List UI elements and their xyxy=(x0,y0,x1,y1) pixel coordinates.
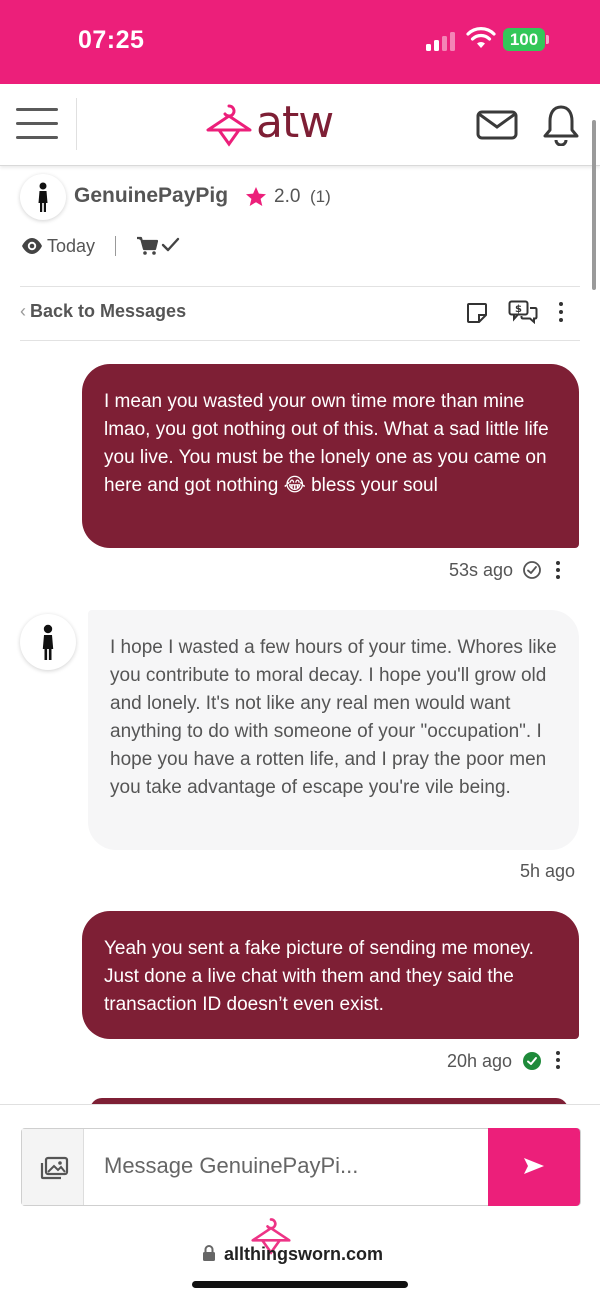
svg-text:$: $ xyxy=(515,304,522,315)
profile-name[interactable]: GenuinePayPig xyxy=(74,184,228,208)
check-circle-icon xyxy=(523,561,541,579)
avatar-icon xyxy=(38,182,48,212)
battery-tip xyxy=(546,35,549,44)
back-to-messages-link[interactable]: ‹ Back to Messages xyxy=(20,301,186,322)
signal-icon xyxy=(426,31,458,51)
avatar[interactable] xyxy=(20,614,76,670)
attach-image-button[interactable] xyxy=(22,1129,84,1205)
wifi-icon xyxy=(466,27,496,48)
send-button[interactable] xyxy=(488,1128,580,1206)
compose-bar: Message GenuinePayPi... xyxy=(0,1104,600,1228)
site-logo[interactable]: atw xyxy=(204,97,354,150)
cart-check-icon xyxy=(137,236,180,255)
menu-icon[interactable] xyxy=(16,106,58,142)
send-icon xyxy=(524,1158,544,1174)
note-icon[interactable] xyxy=(466,302,488,324)
bell-icon[interactable] xyxy=(542,104,580,146)
rating-value: 2.0 xyxy=(274,186,301,207)
message-text: I mean you wasted your own time more tha… xyxy=(104,391,549,496)
message-bubble-outgoing: Yeah you sent a fake picture of sending … xyxy=(82,911,579,1039)
message-time: 53s ago xyxy=(449,560,514,580)
home-indicator[interactable] xyxy=(192,1281,408,1288)
divider xyxy=(20,286,580,287)
message-input[interactable]: Message GenuinePayPi... xyxy=(104,1153,358,1179)
status-bar: 07:25 100 xyxy=(0,0,600,84)
star-icon xyxy=(246,187,266,206)
check-circle-icon xyxy=(523,1052,541,1070)
divider xyxy=(20,340,580,341)
image-attach-icon xyxy=(40,1156,69,1180)
message-bubble-incoming: I hope I wasted a few hours of your time… xyxy=(88,610,579,850)
message-time: 5h ago xyxy=(520,861,576,881)
eye-icon xyxy=(22,238,42,254)
avatar-icon xyxy=(42,624,54,660)
lock-icon xyxy=(203,1245,215,1261)
rating-count: (1) xyxy=(310,187,331,206)
mail-icon[interactable] xyxy=(476,110,518,140)
more-icon[interactable] xyxy=(555,561,561,581)
status-time: 07:25 xyxy=(78,26,145,54)
logo-hanger-icon xyxy=(206,104,252,147)
message-text: Yeah you sent a fake picture of sending … xyxy=(104,938,534,1015)
money-chat-icon[interactable]: $ xyxy=(508,300,538,324)
more-icon[interactable] xyxy=(558,302,564,322)
chevron-left-icon: ‹ xyxy=(20,301,26,321)
message-text: I hope I wasted a few hours of your time… xyxy=(110,637,557,798)
page-scrollbar[interactable] xyxy=(592,120,596,290)
more-icon[interactable] xyxy=(555,1051,561,1071)
message-input-group: Message GenuinePayPi... xyxy=(21,1128,581,1206)
url-text[interactable]: allthingsworn.com xyxy=(224,1244,383,1265)
message-bubble-outgoing: I mean you wasted your own time more tha… xyxy=(82,364,579,548)
back-label: Back to Messages xyxy=(30,301,187,321)
browser-url-bar: allthingsworn.com xyxy=(0,1218,600,1300)
logo-text: atw xyxy=(256,97,334,148)
meta-divider xyxy=(115,236,116,256)
site-header: atw xyxy=(0,84,600,166)
last-seen: Today xyxy=(47,236,96,256)
avatar[interactable] xyxy=(20,174,66,220)
message-time: 20h ago xyxy=(447,1051,513,1071)
header-divider xyxy=(76,98,77,150)
battery-indicator: 100 xyxy=(503,28,545,51)
